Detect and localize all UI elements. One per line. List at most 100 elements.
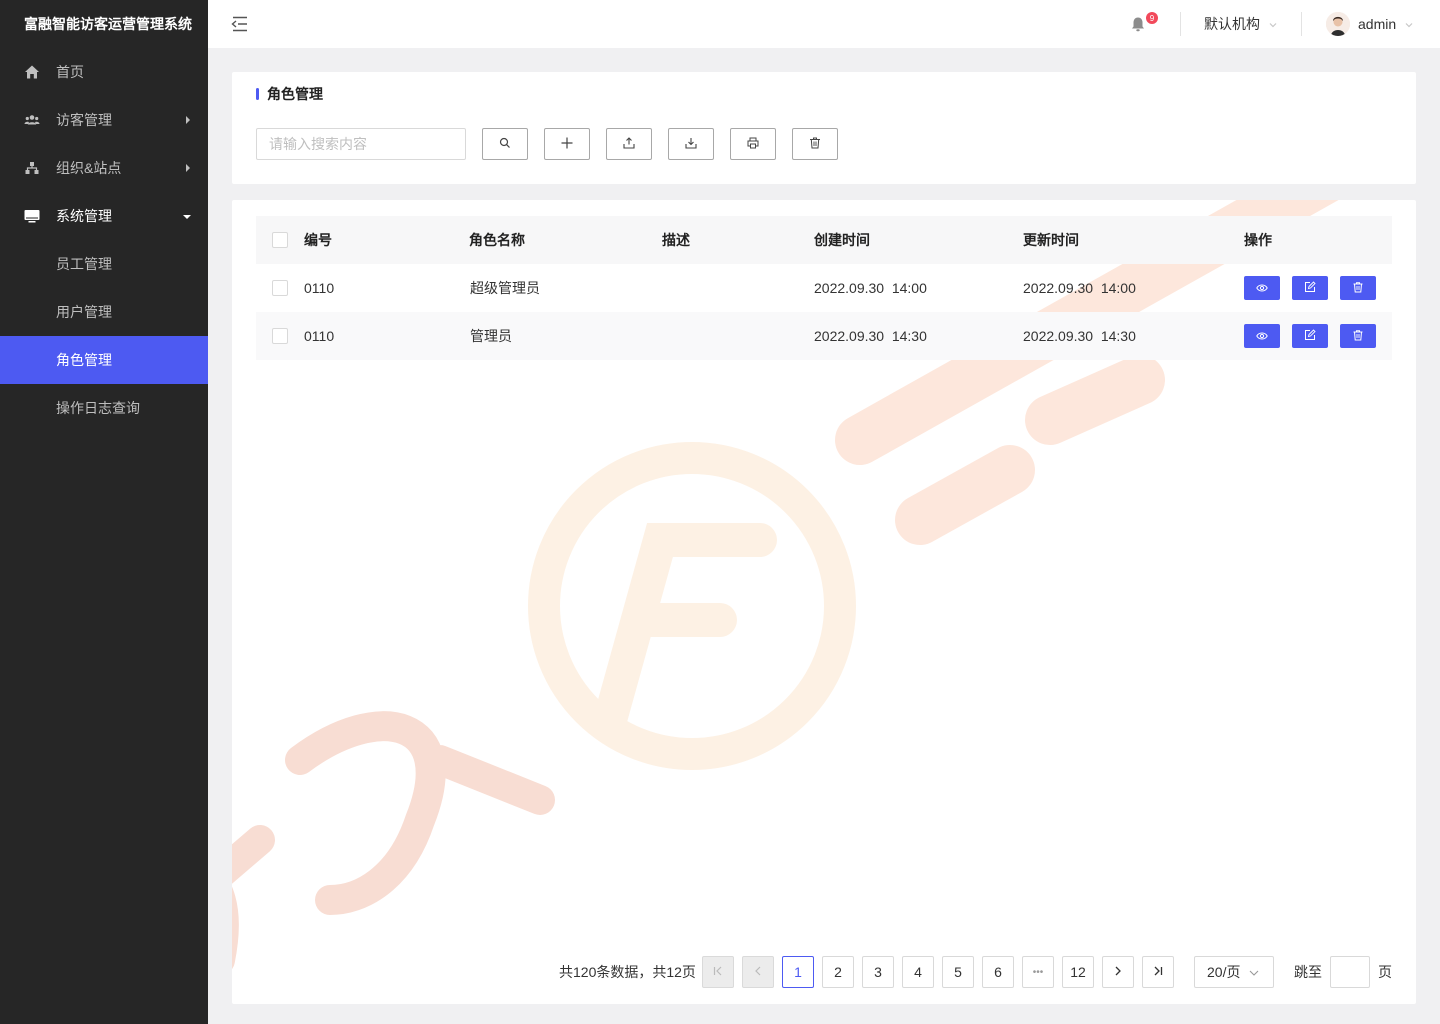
col-header-created[interactable]: 创建时间 <box>814 216 870 264</box>
printer-icon <box>747 136 759 152</box>
pagination-summary: 共120条数据，共12页 <box>559 964 696 980</box>
table-row: 0110 管理员 2022.09.30 14:30 2022.09.30 14:… <box>256 312 1392 360</box>
sidebar-item-label: 员工管理 <box>56 256 112 272</box>
org-label: 默认机构 <box>1204 16 1260 32</box>
edit-icon <box>1304 328 1316 344</box>
page-button[interactable]: 3 <box>862 956 894 988</box>
page-button[interactable]: 6 <box>982 956 1014 988</box>
delete-button[interactable] <box>1340 324 1376 348</box>
import-button[interactable] <box>668 128 714 160</box>
last-page-button[interactable] <box>1142 956 1174 988</box>
view-button[interactable] <box>1244 324 1280 348</box>
cell-created: 2022.09.30 14:00 <box>814 280 927 296</box>
trash-icon <box>809 136 821 152</box>
col-header-desc[interactable]: 描述 <box>662 216 690 264</box>
sidebar-item-system[interactable]: 系统管理 <box>0 192 208 240</box>
delete-button[interactable] <box>1340 276 1376 300</box>
print-button[interactable] <box>730 128 776 160</box>
sidebar-item-label: 组织&站点 <box>56 160 122 176</box>
page-size-select[interactable]: 20/页 <box>1194 956 1274 988</box>
download-icon <box>685 136 697 152</box>
trash-icon <box>1353 328 1363 344</box>
jump-suffix: 页 <box>1378 964 1392 980</box>
page-button[interactable]: 5 <box>942 956 974 988</box>
cell-name: 管理员 <box>470 328 512 344</box>
chevron-right-icon <box>1112 964 1124 980</box>
chevron-down-icon <box>1248 964 1260 980</box>
users-icon <box>24 112 40 128</box>
sidebar-item-home[interactable]: 首页 <box>0 48 208 96</box>
add-button[interactable] <box>544 128 590 160</box>
page-size-value: 20/页 <box>1207 964 1241 980</box>
export-button[interactable] <box>606 128 652 160</box>
col-header-actions: 操作 <box>1244 232 1272 248</box>
menu-collapse-icon[interactable] <box>230 14 250 34</box>
page-button[interactable]: 12 <box>1062 956 1094 988</box>
table-row: 0110 超级管理员 2022.09.30 14:00 2022.09.30 1… <box>256 264 1392 312</box>
row-checkbox[interactable] <box>272 264 288 312</box>
select-all-checkbox[interactable] <box>272 216 288 264</box>
sidebar-item-label: 系统管理 <box>56 208 112 224</box>
bell-icon[interactable] <box>1130 16 1146 32</box>
sidebar-item-visitors[interactable]: 访客管理 <box>0 96 208 144</box>
row-actions <box>1244 312 1388 360</box>
roles-table: 编号 角色名称 描述 创建时间 更新时间 操作 0110 超级管理员 2022.… <box>256 216 1392 360</box>
col-header-updated[interactable]: 更新时间 <box>1023 216 1079 264</box>
view-button[interactable] <box>1244 276 1280 300</box>
first-page-button[interactable] <box>702 956 734 988</box>
sidebar-item-org-sites[interactable]: 组织&站点 <box>0 144 208 192</box>
page-button[interactable]: 2 <box>822 956 854 988</box>
trash-icon <box>1353 280 1363 296</box>
notification-badge: 9 <box>1146 12 1158 24</box>
page-button[interactable]: 1 <box>782 956 814 988</box>
plus-icon <box>561 136 573 152</box>
caret-right-icon <box>184 112 192 128</box>
next-page-button[interactable] <box>1102 956 1134 988</box>
cell-created: 2022.09.30 14:30 <box>814 328 927 344</box>
sidebar-item-users[interactable]: 用户管理 <box>0 288 208 336</box>
org-tree-icon <box>24 160 40 176</box>
caret-down-icon <box>182 208 192 224</box>
edit-icon <box>1304 280 1316 296</box>
delete-batch-button[interactable] <box>792 128 838 160</box>
sidebar-item-operation-logs[interactable]: 操作日志查询 <box>0 384 208 432</box>
sidebar-item-label: 用户管理 <box>56 304 112 320</box>
table-header-row: 编号 角色名称 描述 创建时间 更新时间 操作 <box>256 216 1392 264</box>
prev-page-button[interactable] <box>742 956 774 988</box>
chevron-down-icon <box>1268 16 1278 32</box>
home-icon <box>24 64 40 80</box>
search-input[interactable] <box>256 128 466 160</box>
page-button[interactable]: 4 <box>902 956 934 988</box>
cell-id: 0110 <box>304 280 335 296</box>
jump-page-input[interactable] <box>1330 956 1370 988</box>
col-header-id[interactable]: 编号 <box>304 216 332 264</box>
edit-button[interactable] <box>1292 276 1328 300</box>
first-page-icon <box>712 964 724 980</box>
sidebar-item-label: 首页 <box>56 64 84 80</box>
upload-icon <box>623 136 635 152</box>
app-title: 富融智能访客运营管理系统 <box>24 16 192 32</box>
jump-label: 跳至 <box>1294 964 1322 980</box>
search-button[interactable] <box>482 128 528 160</box>
username: admin <box>1358 16 1397 32</box>
user-menu[interactable]: admin <box>1326 0 1414 48</box>
search-icon <box>499 136 511 152</box>
sidebar-item-label: 角色管理 <box>56 352 112 368</box>
eye-icon <box>1256 328 1268 344</box>
sidebar-item-employees[interactable]: 员工管理 <box>0 240 208 288</box>
last-page-icon <box>1152 964 1164 980</box>
col-header-name[interactable]: 角色名称 <box>469 216 525 264</box>
row-checkbox[interactable] <box>272 312 288 360</box>
cell-updated: 2022.09.30 14:00 <box>1023 280 1136 296</box>
caret-right-icon <box>184 160 192 176</box>
edit-button[interactable] <box>1292 324 1328 348</box>
org-selector[interactable]: 默认机构 <box>1204 0 1278 48</box>
top-header: 9 默认机构 admin <box>208 0 1440 48</box>
page-title: 角色管理 <box>256 86 323 102</box>
sidebar-item-roles[interactable]: 角色管理 <box>0 336 208 384</box>
page-ellipsis[interactable]: ••• <box>1022 956 1054 988</box>
page-title-text: 角色管理 <box>267 86 323 102</box>
toolbar-card: 角色管理 <box>232 72 1416 184</box>
sidebar-item-label: 访客管理 <box>56 112 112 128</box>
chevron-left-icon <box>752 964 764 980</box>
